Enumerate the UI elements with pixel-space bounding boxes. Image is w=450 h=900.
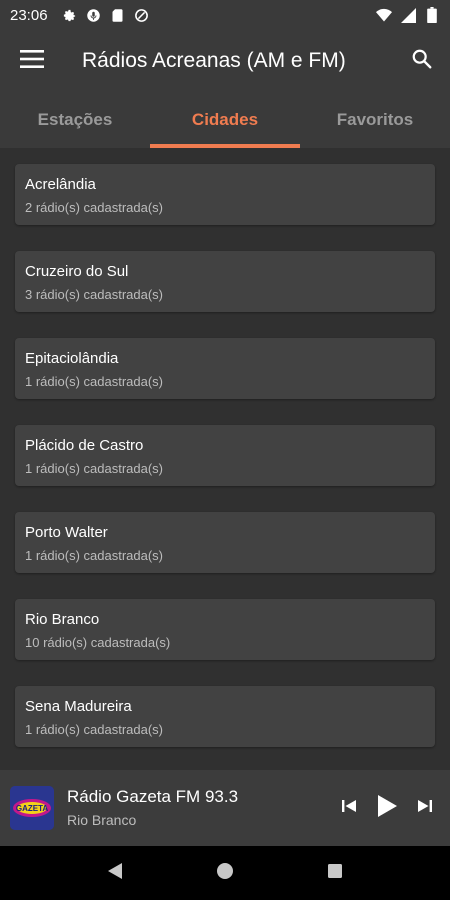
mini-player[interactable]: GAZETA Rádio Gazeta FM 93.3 Rio Branco bbox=[0, 770, 450, 846]
status-time: 23:06 bbox=[10, 6, 48, 24]
nav-recents-button[interactable] bbox=[315, 853, 355, 893]
wifi-icon bbox=[376, 7, 392, 23]
city-list: Acrelândia 2 rádio(s) cadastrada(s) Cruz… bbox=[0, 148, 450, 770]
player-station-city: Rio Branco bbox=[67, 812, 137, 828]
tab-bar: Estações Cidades Favoritos bbox=[0, 92, 450, 148]
city-card-acrelandia[interactable]: Acrelândia 2 rádio(s) cadastrada(s) bbox=[15, 164, 435, 225]
player-info: Rádio Gazeta FM 93.3 Rio Branco bbox=[67, 787, 332, 829]
city-name: Epitaciolândia bbox=[25, 350, 119, 367]
city-name: Acrelândia bbox=[25, 176, 96, 193]
data-saver-icon bbox=[134, 7, 150, 23]
nav-back-button[interactable] bbox=[95, 853, 135, 893]
city-name: Rio Branco bbox=[25, 611, 100, 628]
status-icons-right bbox=[376, 7, 440, 23]
sd-card-icon bbox=[110, 7, 126, 23]
skip-next-button[interactable] bbox=[408, 788, 442, 828]
city-radio-count: 3 rádio(s) cadastrada(s) bbox=[25, 287, 163, 302]
station-logo: GAZETA bbox=[10, 786, 54, 830]
city-name: Sena Madureira bbox=[25, 698, 132, 715]
search-button[interactable] bbox=[394, 30, 450, 92]
city-name: Cruzeiro do Sul bbox=[25, 263, 129, 280]
city-name: Porto Walter bbox=[25, 524, 108, 541]
tab-estacoes[interactable]: Estações bbox=[0, 92, 150, 148]
hamburger-menu-icon bbox=[20, 49, 44, 73]
app-title: Rádios Acreanas (AM e FM) bbox=[82, 49, 346, 72]
city-radio-count: 1 rádio(s) cadastrada(s) bbox=[25, 548, 163, 563]
skip-next-icon bbox=[417, 798, 433, 819]
player-controls bbox=[332, 788, 450, 828]
recents-icon bbox=[327, 863, 343, 884]
status-bar: 23:06 bbox=[0, 0, 450, 30]
battery-icon bbox=[424, 7, 440, 23]
player-station-name: Rádio Gazeta FM 93.3 bbox=[67, 787, 239, 806]
city-radio-count: 1 rádio(s) cadastrada(s) bbox=[25, 374, 163, 389]
city-radio-count: 1 rádio(s) cadastrada(s) bbox=[25, 461, 163, 476]
app-bar: Rádios Acreanas (AM e FM) bbox=[0, 30, 450, 92]
city-card-placido-de-castro[interactable]: Plácido de Castro 1 rádio(s) cadastrada(… bbox=[15, 425, 435, 486]
play-button[interactable] bbox=[370, 788, 404, 828]
city-card-rio-branco[interactable]: Rio Branco 10 rádio(s) cadastrada(s) bbox=[15, 599, 435, 660]
search-icon bbox=[411, 48, 433, 75]
city-card-sena-madureira[interactable]: Sena Madureira 1 rádio(s) cadastrada(s) bbox=[15, 686, 435, 747]
city-radio-count: 2 rádio(s) cadastrada(s) bbox=[25, 200, 163, 215]
city-name: Plácido de Castro bbox=[25, 437, 144, 454]
status-icons-left bbox=[62, 7, 150, 23]
menu-button[interactable] bbox=[0, 30, 64, 92]
skip-previous-button[interactable] bbox=[332, 788, 366, 828]
nav-home-button[interactable] bbox=[205, 853, 245, 893]
system-nav-bar bbox=[0, 846, 450, 900]
city-card-porto-walter[interactable]: Porto Walter 1 rádio(s) cadastrada(s) bbox=[15, 512, 435, 573]
station-logo-text: GAZETA bbox=[16, 804, 49, 813]
signal-icon bbox=[400, 7, 416, 23]
play-icon bbox=[376, 794, 398, 823]
tab-favoritos[interactable]: Favoritos bbox=[300, 92, 450, 148]
skip-previous-icon bbox=[341, 798, 357, 819]
city-radio-count: 10 rádio(s) cadastrada(s) bbox=[25, 635, 171, 650]
mic-icon bbox=[86, 7, 102, 23]
city-radio-count: 1 rádio(s) cadastrada(s) bbox=[25, 722, 163, 737]
back-icon bbox=[107, 862, 123, 885]
city-card-epitaciolandia[interactable]: Epitaciolândia 1 rádio(s) cadastrada(s) bbox=[15, 338, 435, 399]
home-icon bbox=[216, 862, 234, 885]
settings-icon bbox=[62, 7, 78, 23]
city-card-cruzeiro-do-sul[interactable]: Cruzeiro do Sul 3 rádio(s) cadastrada(s) bbox=[15, 251, 435, 312]
tab-cidades[interactable]: Cidades bbox=[150, 92, 300, 148]
